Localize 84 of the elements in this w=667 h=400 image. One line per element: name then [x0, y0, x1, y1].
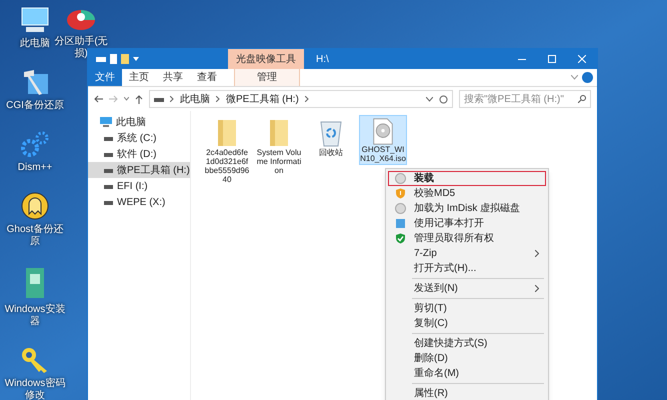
gears-icon	[20, 130, 50, 158]
disc-icon	[395, 203, 406, 214]
menu-item[interactable]: 装载	[388, 171, 546, 186]
drive-icon	[104, 200, 113, 204]
drive-icon	[154, 96, 164, 102]
menu-item[interactable]: 管理员取得所有权	[388, 231, 546, 246]
drive-icon	[104, 184, 113, 188]
disc-icon	[395, 173, 406, 184]
menu-item[interactable]: 使用记事本打开	[388, 216, 546, 231]
submenu-chevron-icon	[535, 250, 539, 257]
computer-icon	[20, 6, 50, 34]
menu-item[interactable]: 创建快捷方式(S)	[388, 336, 546, 351]
drive-icon	[104, 168, 113, 172]
folder-icon	[216, 118, 238, 148]
search-field[interactable]: 搜索"微PE工具箱 (H:)"	[459, 90, 591, 108]
ribbon-tab[interactable]: 文件	[88, 69, 122, 86]
refresh-icon	[439, 94, 448, 104]
file-name: 2c4a0ed6fe1d0d321e6fbbe5559d9640	[204, 148, 250, 184]
breadcrumb-item[interactable]: 微PE工具箱 (H:)	[226, 92, 299, 106]
menu-item[interactable]: 剪切(T)	[388, 301, 546, 316]
desktop-icon-label[interactable]: CGI备份还原	[6, 100, 64, 112]
disc-file-icon	[372, 118, 394, 145]
menu-item[interactable]: 打开方式(H)...	[388, 261, 546, 276]
sidebar-item[interactable]: 微PE工具箱 (H:)	[88, 162, 190, 178]
sidebar-item[interactable]: WEPE (X:)	[88, 194, 190, 210]
chevron-icon	[571, 75, 578, 80]
sidebar-item[interactable]: 此电脑	[88, 114, 190, 130]
shield-check-icon	[395, 233, 406, 244]
file-name: 回收站	[318, 148, 344, 157]
menu-item[interactable]: 重命名(M)	[388, 366, 546, 381]
document-icon	[110, 54, 117, 64]
file-name: System Volume Information	[256, 148, 302, 175]
desktop-icon-label[interactable]: 分区助手(无损)	[54, 36, 108, 60]
desktop-icon-label[interactable]: Windows密码修改	[4, 378, 66, 400]
menu-item[interactable]: 删除(D)	[388, 351, 546, 366]
menu-item[interactable]: 复制(C)	[388, 316, 546, 331]
up-arrow-icon[interactable]	[135, 94, 143, 104]
file-item[interactable]: GHOST_WIN10_X64.iso	[359, 115, 407, 165]
shield-icon	[395, 188, 406, 199]
notepad-icon	[395, 218, 406, 229]
menu-item[interactable]: 校验MD5	[388, 186, 546, 201]
drive-icon	[96, 56, 106, 62]
breadcrumb-item[interactable]: 此电脑	[180, 92, 210, 106]
menu-item[interactable]: 加载为 ImDisk 虚拟磁盘	[388, 201, 546, 216]
ribbon-tab[interactable]: 共享	[156, 69, 190, 86]
ribbon-tab[interactable]: 管理	[234, 69, 300, 86]
address-bar[interactable]: 此电脑 微PE工具箱 (H:)	[149, 90, 453, 108]
close-icon	[578, 55, 586, 63]
back-arrow-icon[interactable]	[94, 95, 103, 103]
minimize-icon	[518, 58, 526, 60]
desktop-icon-label[interactable]: Ghost备份还原	[4, 224, 66, 248]
computer-icon	[100, 117, 112, 127]
menu-item[interactable]: 发送到(N)	[388, 281, 546, 296]
tool-group-title: 光盘映像工具	[228, 49, 304, 69]
maximize-icon	[548, 55, 556, 63]
breadcrumb-chevron-icon	[216, 96, 220, 102]
ribbon-tab[interactable]: 主页	[122, 69, 156, 86]
file-item[interactable]: 2c4a0ed6fe1d0d321e6fbbe5559d9640	[203, 115, 251, 186]
desktop-icon-label[interactable]: 此电脑	[20, 38, 50, 50]
menu-item[interactable]: 属性(R)	[388, 386, 546, 400]
chevron-icon[interactable]	[124, 97, 129, 101]
desktop-icon-label[interactable]: Windows安装器	[4, 304, 66, 328]
drive-icon	[104, 136, 113, 140]
drive-icon	[104, 152, 113, 156]
sidebar-item[interactable]: 软件 (D:)	[88, 146, 190, 162]
file-item[interactable]: 回收站	[307, 115, 355, 159]
breadcrumb-chevron-icon	[304, 96, 309, 102]
search-icon	[578, 95, 586, 103]
dropdown-icon	[426, 96, 433, 102]
sidebar-item[interactable]: 系统 (C:)	[88, 130, 190, 146]
help-icon	[582, 72, 593, 83]
ribbon-tab[interactable]: 查看	[190, 69, 224, 86]
file-name: GHOST_WIN10_X64.iso	[360, 145, 406, 163]
breadcrumb-chevron-icon	[170, 96, 174, 102]
menu-item[interactable]: 7-Zip	[388, 246, 546, 261]
folder-icon	[121, 54, 129, 64]
window-title: H:\	[315, 52, 330, 66]
ghost-icon	[20, 192, 50, 220]
submenu-chevron-icon	[535, 285, 539, 292]
sidebar-item[interactable]: EFI (I:)	[88, 178, 190, 194]
folder-icon	[268, 118, 290, 148]
dropdown-icon	[133, 57, 139, 61]
desktop-icon-label[interactable]: Dism++	[18, 162, 52, 174]
file-item[interactable]: System Volume Information	[255, 115, 303, 177]
